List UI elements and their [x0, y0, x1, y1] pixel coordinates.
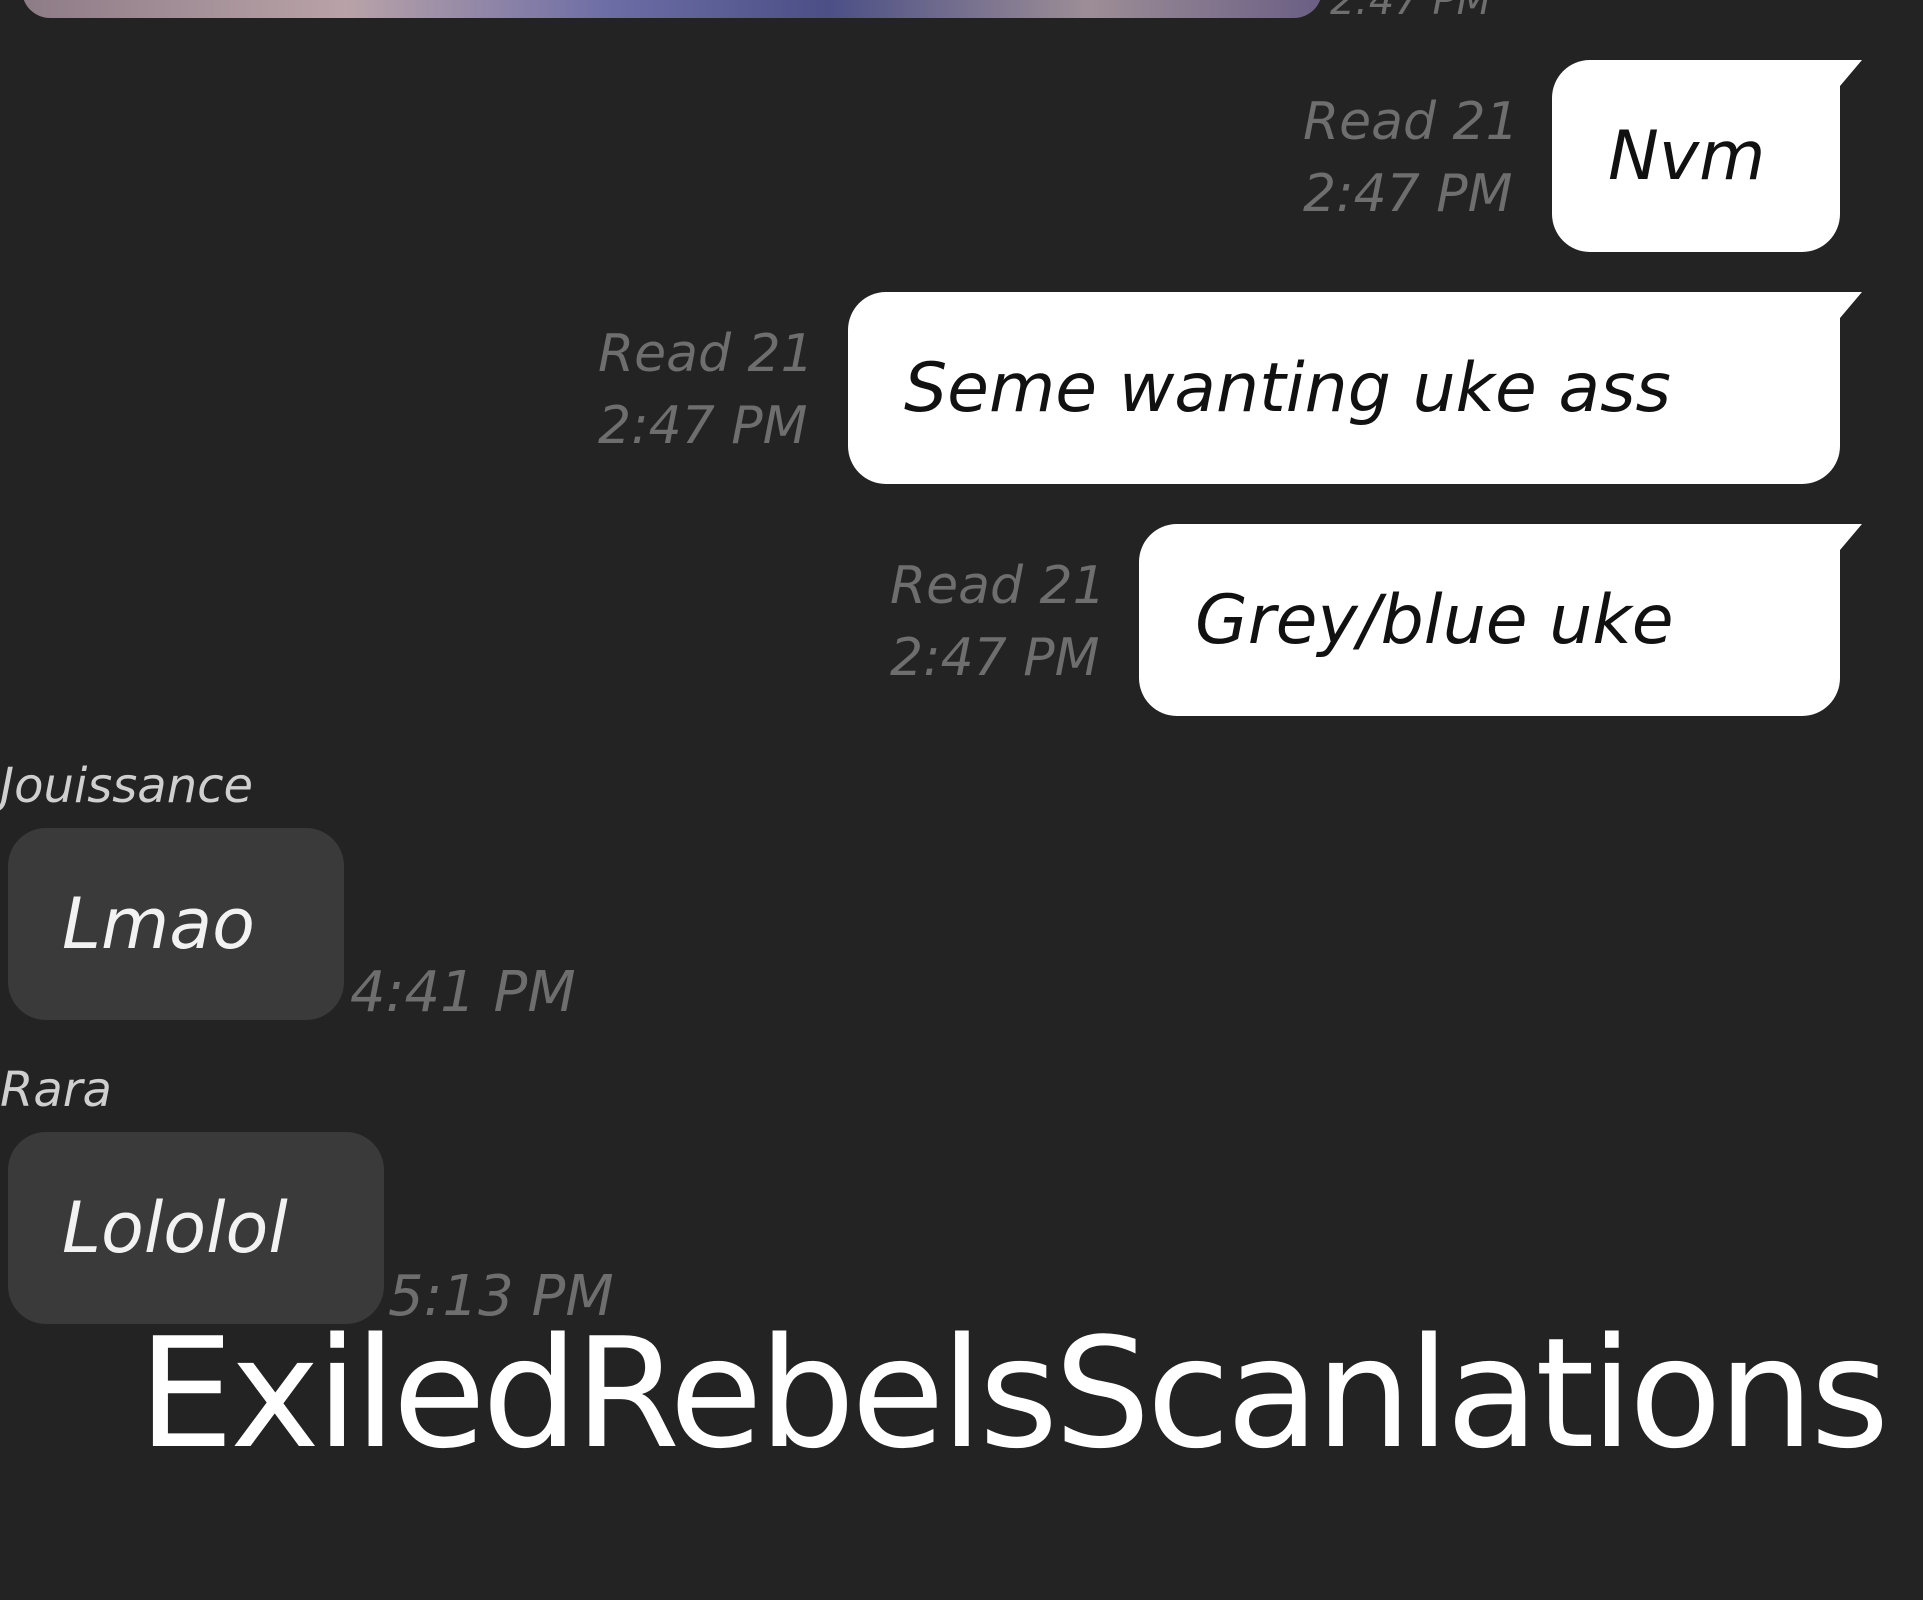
read-status: Read 21 [890, 556, 1106, 616]
incoming-message-bubble[interactable]: Lmao [8, 828, 344, 1020]
message-time: 4:41 PM [350, 960, 576, 1025]
outgoing-message-bubble[interactable]: Grey/blue uke [1139, 524, 1862, 716]
message-text: Lololol [62, 1187, 288, 1269]
incoming-message-bubble[interactable]: Lololol [8, 1132, 384, 1324]
sender-name[interactable]: Jouissance [0, 758, 253, 814]
read-status: Read 21 [598, 324, 814, 384]
outgoing-meta-3: Read 21 2:47 PM [890, 550, 1106, 694]
message-text: Lmao [62, 883, 255, 965]
message-time: 2:47 PM [598, 396, 808, 456]
message-time: 2:47 PM [1303, 164, 1513, 224]
message-text: Nvm [1608, 116, 1766, 196]
image-message-time: 2:47 PM [1330, 0, 1492, 24]
image-message-thumbnail[interactable] [22, 0, 1322, 18]
message-text: Seme wanting uke ass [904, 348, 1671, 428]
outgoing-message-bubble[interactable]: Nvm [1552, 60, 1862, 252]
message-time: 2:47 PM [890, 628, 1100, 688]
sender-name[interactable]: Rara [0, 1062, 112, 1118]
outgoing-meta-2: Read 21 2:47 PM [598, 318, 814, 462]
outgoing-message-bubble[interactable]: Seme wanting uke ass [848, 292, 1862, 484]
message-text: Grey/blue uke [1195, 580, 1674, 660]
outgoing-meta-1: Read 21 2:47 PM [1303, 86, 1519, 230]
scanlation-watermark: ExiledRebelsScanlations [138, 1305, 1889, 1482]
read-status: Read 21 [1303, 92, 1519, 152]
